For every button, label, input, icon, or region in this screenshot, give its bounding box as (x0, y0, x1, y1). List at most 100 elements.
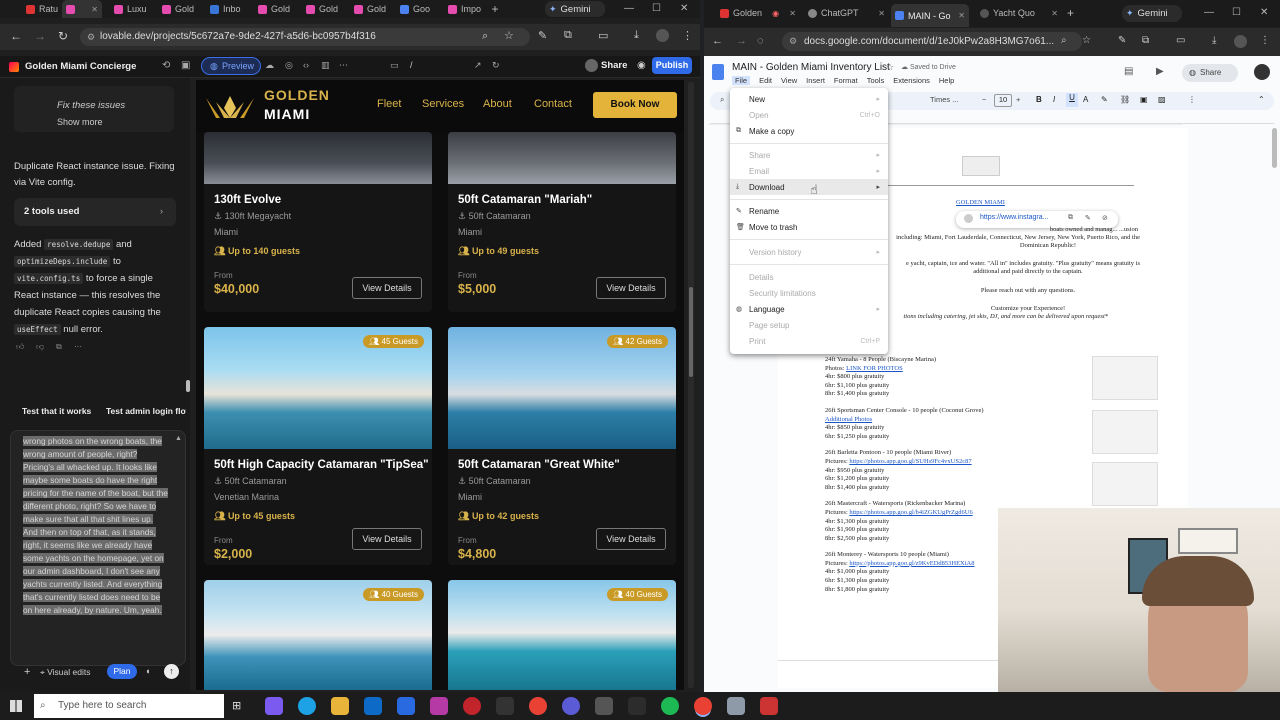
tab-7[interactable]: Gold (302, 0, 347, 18)
remove-link-icon[interactable]: ⊘ (1102, 214, 1108, 222)
close-window-icon[interactable]: ✕ (1260, 7, 1268, 18)
profile-avatar[interactable] (656, 29, 669, 42)
site-scrollbar-thumb[interactable] (689, 287, 693, 377)
doc-title[interactable]: MAIN - Golden Miami Inventory List (732, 62, 890, 73)
adobe-icon[interactable] (430, 697, 448, 715)
highlight-icon[interactable]: ✎ (1101, 95, 1108, 104)
tab-chatgpt[interactable]: ChatGPT ✕ (804, 4, 889, 22)
yacht-card[interactable]: 👥︎ 40 Guests (204, 580, 432, 690)
spotify-icon[interactable] (661, 697, 679, 715)
zoom-icon[interactable]: ⌕ (482, 30, 488, 43)
zoom-icon[interactable]: ⌕ (1061, 35, 1067, 46)
discord-icon[interactable] (562, 697, 580, 715)
menu-file[interactable]: File (732, 76, 751, 85)
app-icon[interactable] (727, 697, 745, 715)
forward-icon[interactable]: → (736, 35, 747, 47)
extensions-icon[interactable]: ⧉ (564, 29, 572, 42)
plan-toggle[interactable]: Plan (107, 664, 137, 679)
chrome-icon[interactable] (529, 697, 547, 715)
panel-toggle-icon[interactable]: ▣ (181, 60, 190, 71)
refresh-preview-icon[interactable]: ↻ (492, 60, 500, 71)
back-icon[interactable]: ← (712, 35, 723, 47)
menu-item-move-to-trash[interactable]: 🗑︎ Move to trash (730, 219, 888, 235)
yacht-card[interactable]: 50ft Catamaran "Mariah" ⚓ 50ft Catamaran… (448, 132, 676, 312)
user-avatar[interactable] (585, 59, 598, 72)
tab-2-active[interactable]: ✕ (62, 0, 102, 18)
suggestion-chip[interactable]: Test that it works (22, 406, 91, 416)
task-view-icon[interactable]: ⊞ (232, 699, 241, 712)
app-icon[interactable] (595, 697, 613, 715)
yacht-card[interactable]: 130ft Evolve ⚓ 130ft Megayacht Miami 👥︎ … (204, 132, 432, 312)
close-icon[interactable]: ✕ (958, 11, 965, 20)
outlook-icon[interactable] (364, 697, 382, 715)
thumbs-down-icon[interactable]: 👎︎ (36, 342, 44, 352)
sidebar-icon[interactable]: ▭ (598, 29, 608, 42)
tools-used-card[interactable]: 2 tools used › (14, 198, 176, 226)
device-icon[interactable]: ▭ (390, 60, 399, 71)
menu-item-new[interactable]: New ▸ (730, 91, 888, 107)
photos-link[interactable]: https://photos.app.goo.gl/b4iZGKUgPrZgd6… (849, 509, 972, 516)
app-icon[interactable] (628, 697, 646, 715)
underline-icon[interactable]: U (1066, 93, 1078, 107)
file-explorer-icon[interactable] (331, 697, 349, 715)
site-info-icon[interactable]: ⚙ (87, 28, 95, 46)
account-avatar[interactable] (1254, 64, 1270, 80)
nav-fleet[interactable]: Fleet (377, 98, 401, 110)
windows-start-icon[interactable] (10, 700, 22, 712)
close-icon[interactable]: ✕ (878, 9, 885, 18)
extensions-icon[interactable]: ⧉ (1142, 35, 1149, 46)
maximize-icon[interactable]: ☐ (652, 3, 661, 14)
app-icon[interactable] (496, 697, 514, 715)
menu-item-download[interactable]: ⤓ Download ▸ (730, 179, 888, 195)
share-button[interactable]: ◍ Share (1182, 64, 1238, 82)
gemini-button[interactable]: ✦ Gemini (545, 1, 605, 17)
yacht-card[interactable]: 👥︎ 45 Guests 50ft High Capacity Catamara… (204, 327, 432, 565)
menu-kebab-icon[interactable]: ⋮ (682, 29, 693, 42)
new-tab-icon[interactable]: + (488, 2, 502, 16)
sidebar-icon[interactable]: ▭ (1176, 35, 1185, 46)
site-info-icon[interactable]: ⚙ (789, 32, 797, 51)
send-arrow-icon[interactable]: ↑ (164, 664, 179, 679)
suggestion-chip[interactable]: Test admin login flow (106, 406, 186, 416)
photos-link[interactable]: Additional Photos (825, 416, 1045, 425)
pen-icon[interactable]: ✎ (538, 29, 547, 42)
italic-icon[interactable]: I (1053, 95, 1055, 104)
view-details-button[interactable]: View Details (596, 528, 666, 550)
text-color-icon[interactable]: A (1083, 95, 1088, 104)
maximize-icon[interactable]: ☐ (1232, 7, 1241, 18)
menu-insert[interactable]: Insert (806, 76, 825, 85)
yacht-card[interactable]: 👥︎ 40 Guests (448, 580, 676, 690)
download-icon[interactable]: ⤓ (1212, 35, 1216, 46)
decrease-font-icon[interactable]: − (982, 95, 986, 104)
close-icon[interactable]: ✕ (789, 9, 796, 18)
menu-edit[interactable]: Edit (759, 76, 772, 85)
route-path[interactable]: / (410, 60, 413, 70)
nav-services[interactable]: Services (422, 98, 464, 110)
doc-heading-link[interactable]: GOLDEN MIAMI (956, 199, 1005, 206)
design-icon[interactable]: ◎ (285, 60, 293, 71)
project-name[interactable]: Golden Miami Concierge (25, 61, 136, 72)
url-bar[interactable]: ⚙ docs.google.com/document/d/1eJ0kPw2a8H3… (782, 32, 1082, 51)
share-button[interactable]: Share (601, 60, 627, 71)
open-external-icon[interactable]: ↗ (474, 60, 482, 71)
nav-contact[interactable]: Contact (534, 98, 572, 110)
back-icon[interactable]: ← (10, 29, 22, 43)
meet-icon[interactable]: ▶ (1156, 66, 1164, 77)
profile-avatar[interactable] (1234, 35, 1247, 48)
search-menus-icon[interactable]: ⌕ (720, 95, 724, 105)
comments-icon[interactable]: ▤ (1124, 66, 1133, 77)
menu-item-rename[interactable]: ✎ Rename (730, 203, 888, 219)
more-icon[interactable]: ⋮ (1188, 95, 1196, 104)
thumbs-up-icon[interactable]: 👍︎ (16, 342, 24, 352)
site-scrollbar-track[interactable] (688, 82, 694, 688)
analytics-icon[interactable]: ▥ (321, 60, 330, 71)
menu-kebab-icon[interactable]: ⋮ (1260, 35, 1270, 46)
chevron-down-icon[interactable]: ⌄ (121, 61, 128, 70)
github-icon[interactable]: ◉ (637, 60, 646, 71)
copy-icon[interactable]: ⧉ (56, 342, 62, 352)
edge-icon[interactable] (298, 697, 316, 715)
collapse-icon[interactable]: ⌃ (1258, 95, 1265, 104)
photos-link[interactable]: LINK FOR PHOTOS (846, 365, 903, 372)
chat-input-box[interactable]: wrong photos on the wrong boats, the wro… (10, 430, 186, 666)
chat-input-text[interactable]: wrong photos on the wrong boats, the wro… (23, 435, 169, 661)
